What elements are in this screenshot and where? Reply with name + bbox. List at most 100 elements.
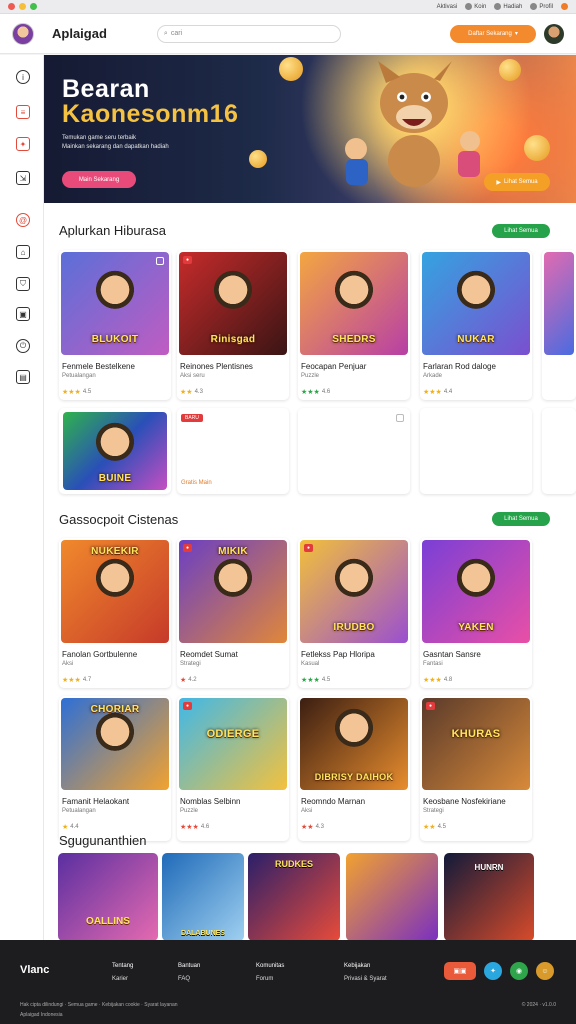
share-icon[interactable]: ◉ [510, 962, 528, 980]
game-title: Farlaran Rod daloge [423, 362, 496, 371]
game-thumbnail: NUKAR [422, 252, 530, 355]
thumbnail-title: RUDKES [274, 859, 313, 869]
account-avatar[interactable] [544, 23, 564, 44]
gift-icon [494, 3, 502, 10]
checkbox-icon[interactable] [396, 414, 404, 422]
sidebar: i ≡ ✦ ⇲ @ ⌂ ⛉ ▣ ⏻ ▤ [0, 55, 44, 940]
game-genre: Aksi seru [180, 373, 205, 379]
signup-button[interactable]: Daftar Sekarang ▾ [450, 24, 536, 43]
rating-value: 4.6 [200, 824, 210, 830]
game-card[interactable]: NUKEKIR Fanolan Gortbulenne Aksi ★★★ 4.7 [59, 538, 171, 688]
character-face [334, 270, 374, 314]
home-icon[interactable]: ⌂ [16, 245, 30, 259]
gamepad-icon[interactable]: ▣ [16, 307, 30, 321]
game-thumbnail: CHORIAR [61, 698, 169, 790]
rating-value: 4.6 [321, 389, 331, 395]
star-icon: ★ [62, 824, 69, 831]
game-card-partial[interactable] [542, 250, 576, 400]
featured-thumbnail[interactable] [346, 853, 438, 941]
chrome-item[interactable]: Profil [530, 3, 553, 10]
view-all-button[interactable]: Lihat Semua [492, 512, 550, 526]
hero-play-button[interactable]: Main Sekarang [62, 171, 136, 188]
promo-card[interactable]: BARU Gratis Main [177, 408, 289, 494]
rating-value: 4.2 [188, 677, 197, 683]
game-card[interactable]: BLUKOIT Fenmele Bestelkene Petualangan ★… [59, 250, 171, 400]
close-window-icon[interactable] [8, 3, 15, 10]
list-icon[interactable]: ≡ [16, 105, 30, 119]
game-card[interactable]: ● Rinisgad Reinones Plentisnes Aksi seru… [177, 250, 289, 400]
footer-link[interactable]: FAQ [178, 973, 200, 986]
rating-value: 4.4 [70, 824, 79, 830]
chrome-item[interactable]: Hadiah [494, 3, 522, 10]
shield-icon[interactable]: ⛉ [16, 277, 30, 291]
chrome-item[interactable]: Koin [465, 3, 486, 10]
section-title: Aplurkan Hiburasa [59, 223, 166, 238]
game-card[interactable]: CHORIAR Famanit Helaokant Petualangan ★ 4… [59, 696, 171, 841]
game-card[interactable]: NUKAR Farlaran Rod daloge Arkade ★★★ 4.4 [420, 250, 532, 400]
featured-thumbnail[interactable]: OALLINS [58, 853, 158, 941]
footer-legal-line[interactable]: Hak cipta dilindungi · Semua game · Kebi… [20, 1000, 178, 1010]
top-header: Aplaigad ⌕ cari Daftar Sekarang ▾ [0, 14, 576, 54]
search-input[interactable]: ⌕ cari [156, 24, 341, 43]
hero-banner[interactable]: Bearan Kaonesonm16 Temukan game seru ter… [44, 55, 576, 203]
game-card[interactable]: ● ODIERGE Nomblas Selbinn Puzzle ★★★ 4.6 [177, 696, 289, 841]
notification-icon[interactable] [561, 3, 568, 10]
app-store-icon[interactable]: ▣▣ [444, 962, 476, 980]
checkbox-icon[interactable] [156, 257, 164, 265]
character-face [213, 270, 253, 314]
hero-secondary-label: Lihat Semua [503, 179, 538, 185]
chrome-toolbar: Aktivasi Koin Hadiah Profil [437, 3, 568, 10]
hero-secondary-button[interactable]: ▶ Lihat Semua [484, 173, 550, 191]
character-face [95, 270, 135, 314]
game-thumbnail: ● IRUDBO [300, 540, 408, 643]
badge: ● [304, 544, 314, 552]
star-icon: ★★★ [62, 677, 81, 684]
game-thumbnail: ● KHURAS [422, 698, 530, 790]
star-icon: ★★ [423, 824, 436, 831]
game-genre: Puzzle [301, 373, 320, 379]
expand-icon[interactable]: ⇲ [16, 171, 30, 185]
game-card[interactable]: SHEDRS Feocapan Penjuar Puzzle ★★★ 4.6 [298, 250, 410, 400]
game-title: Reomndo Marnan [301, 797, 366, 806]
game-card[interactable]: ● MIKIK Reomdet Sumat Strategi ★ 4.2 [177, 538, 289, 688]
star-icon: ★★★ [180, 824, 199, 831]
game-thumbnail: SHEDRS [300, 252, 408, 355]
footer-link[interactable]: Karier [112, 973, 133, 986]
game-card[interactable]: DIBRISY DAIHOK Reomndo Marnan Aksi ★★ 4.3 [298, 696, 410, 841]
game-card[interactable]: ● IRUDBO Fetlekss Pap Hloripa Kasual ★★★… [298, 538, 410, 688]
game-card[interactable]: ● KHURAS Keosbane Nosfekiriane Strategi … [420, 696, 532, 841]
footer-logo[interactable]: Vlanc [20, 964, 49, 976]
featured-thumbnail[interactable]: RUDKES [248, 853, 340, 941]
minimize-window-icon[interactable] [19, 3, 26, 10]
footer-heading[interactable]: Bantuan [178, 960, 200, 973]
chat-icon[interactable]: @ [16, 213, 30, 227]
star-icon: ★★★ [423, 677, 442, 684]
game-genre: Aksi [62, 661, 74, 667]
game-card[interactable]: YAKEN Gasntan Sansre Fantasi ★★★ 4.8 [420, 538, 532, 688]
game-thumbnail: ● ODIERGE [179, 698, 287, 790]
footer-column: Kebijakan Privasi & Syarat [344, 960, 387, 986]
calendar-icon[interactable]: ▤ [16, 370, 30, 384]
star-icon: ★ [180, 677, 187, 684]
game-genre: Petualangan [62, 373, 96, 379]
hero-subtitle-line: Mainkan sekarang dan dapatkan hadiah [62, 144, 169, 150]
emoji-icon[interactable]: ☺ [536, 962, 554, 980]
info-icon[interactable]: i [16, 70, 30, 84]
user-avatar[interactable] [12, 22, 34, 45]
view-all-button[interactable]: Lihat Semua [492, 224, 550, 238]
puzzle-icon[interactable]: ✦ [16, 137, 30, 151]
power-icon[interactable]: ⏻ [16, 339, 30, 353]
featured-thumbnail[interactable]: DALABUNES [162, 853, 244, 941]
footer-link[interactable]: Forum [256, 973, 284, 986]
game-card[interactable]: BUINE [59, 408, 171, 494]
chrome-item[interactable]: Aktivasi [437, 4, 458, 10]
maximize-window-icon[interactable] [30, 3, 37, 10]
footer-heading[interactable]: Kebijakan [344, 960, 387, 973]
footer-heading[interactable]: Komunitas [256, 960, 284, 973]
thumbnail-title: BUINE [98, 473, 132, 484]
brand-name[interactable]: Aplaigad [52, 26, 107, 41]
footer-link[interactable]: Privasi & Syarat [344, 973, 387, 986]
featured-thumbnail[interactable]: HUNRN [444, 853, 534, 941]
footer-heading[interactable]: Tentang [112, 960, 133, 973]
twitter-icon[interactable]: ✦ [484, 962, 502, 980]
